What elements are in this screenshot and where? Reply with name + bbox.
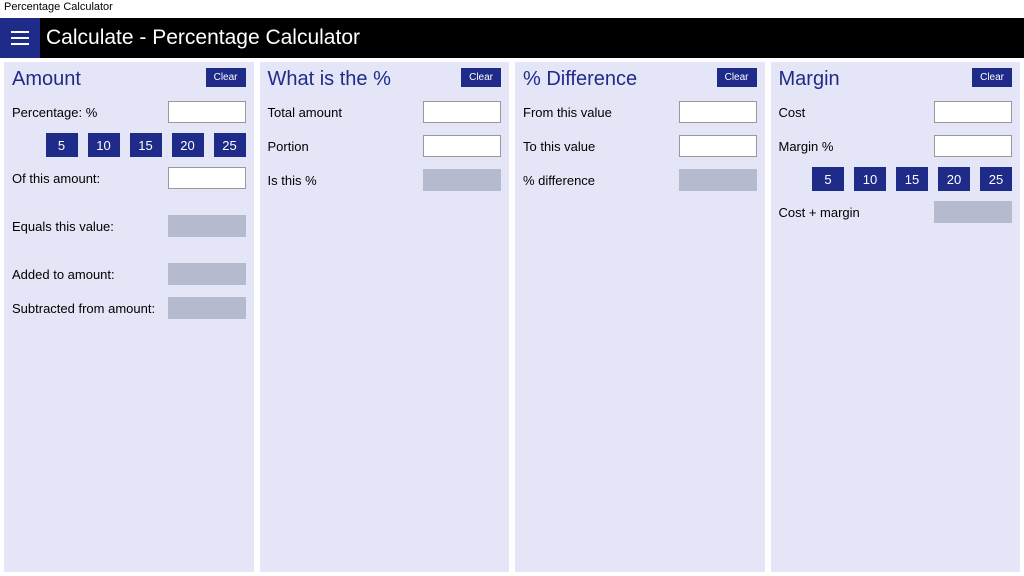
diff-from-input[interactable]	[679, 101, 757, 123]
hamburger-icon	[11, 31, 29, 45]
diff-pct-value	[679, 169, 757, 191]
panels-container: Amount Clear Percentage: % 5 10 15 20 25…	[0, 58, 1024, 576]
amount-quick-25[interactable]: 25	[214, 133, 246, 157]
margin-pct-input[interactable]	[934, 135, 1012, 157]
whatis-isthis-label: Is this %	[268, 173, 317, 188]
panel-margin-title: Margin	[779, 68, 840, 91]
amount-clear-button[interactable]: Clear	[206, 68, 246, 87]
amount-added-label: Added to amount:	[12, 267, 115, 282]
panel-what-is: What is the % Clear Total amount Portion…	[260, 62, 510, 572]
whatis-portion-label: Portion	[268, 139, 309, 154]
margin-clear-button[interactable]: Clear	[972, 68, 1012, 87]
amount-equals-value	[168, 215, 246, 237]
margin-cost-input[interactable]	[934, 101, 1012, 123]
window-title: Percentage Calculator	[4, 1, 113, 13]
diff-to-label: To this value	[523, 139, 595, 154]
window-titlebar: Percentage Calculator	[0, 0, 1024, 18]
whatis-total-input[interactable]	[423, 101, 501, 123]
whatis-clear-button[interactable]: Clear	[461, 68, 501, 87]
panel-margin: Margin Clear Cost Margin % 5 10 15 20 25…	[771, 62, 1021, 572]
margin-quick-5[interactable]: 5	[812, 167, 844, 191]
margin-pct-label: Margin %	[779, 139, 834, 154]
margin-quick-25[interactable]: 25	[980, 167, 1012, 191]
hamburger-menu-button[interactable]	[0, 18, 40, 58]
amount-subtracted-label: Subtracted from amount:	[12, 301, 155, 316]
amount-of-label: Of this amount:	[12, 171, 100, 186]
app-header: Calculate - Percentage Calculator	[0, 18, 1024, 58]
amount-quick-10[interactable]: 10	[88, 133, 120, 157]
margin-costplus-value	[934, 201, 1012, 223]
amount-of-input[interactable]	[168, 167, 246, 189]
margin-cost-label: Cost	[779, 105, 806, 120]
amount-quick-15[interactable]: 15	[130, 133, 162, 157]
panel-diff-title: % Difference	[523, 68, 637, 91]
margin-quick-15[interactable]: 15	[896, 167, 928, 191]
panel-difference: % Difference Clear From this value To th…	[515, 62, 765, 572]
amount-percentage-input[interactable]	[168, 101, 246, 123]
panel-amount-title: Amount	[12, 68, 81, 91]
diff-from-label: From this value	[523, 105, 612, 120]
diff-pct-label: % difference	[523, 173, 595, 188]
panel-amount: Amount Clear Percentage: % 5 10 15 20 25…	[4, 62, 254, 572]
page-title: Calculate - Percentage Calculator	[46, 26, 360, 50]
amount-subtracted-value	[168, 297, 246, 319]
amount-quick-row: 5 10 15 20 25	[12, 133, 246, 157]
panel-whatis-title: What is the %	[268, 68, 391, 91]
diff-clear-button[interactable]: Clear	[717, 68, 757, 87]
whatis-portion-input[interactable]	[423, 135, 501, 157]
amount-quick-20[interactable]: 20	[172, 133, 204, 157]
whatis-total-label: Total amount	[268, 105, 342, 120]
margin-costplus-label: Cost + margin	[779, 205, 860, 220]
amount-percentage-label: Percentage: %	[12, 105, 97, 120]
diff-to-input[interactable]	[679, 135, 757, 157]
margin-quick-20[interactable]: 20	[938, 167, 970, 191]
whatis-isthis-value	[423, 169, 501, 191]
margin-quick-row: 5 10 15 20 25	[779, 167, 1013, 191]
amount-quick-5[interactable]: 5	[46, 133, 78, 157]
amount-equals-label: Equals this value:	[12, 219, 114, 234]
margin-quick-10[interactable]: 10	[854, 167, 886, 191]
amount-added-value	[168, 263, 246, 285]
